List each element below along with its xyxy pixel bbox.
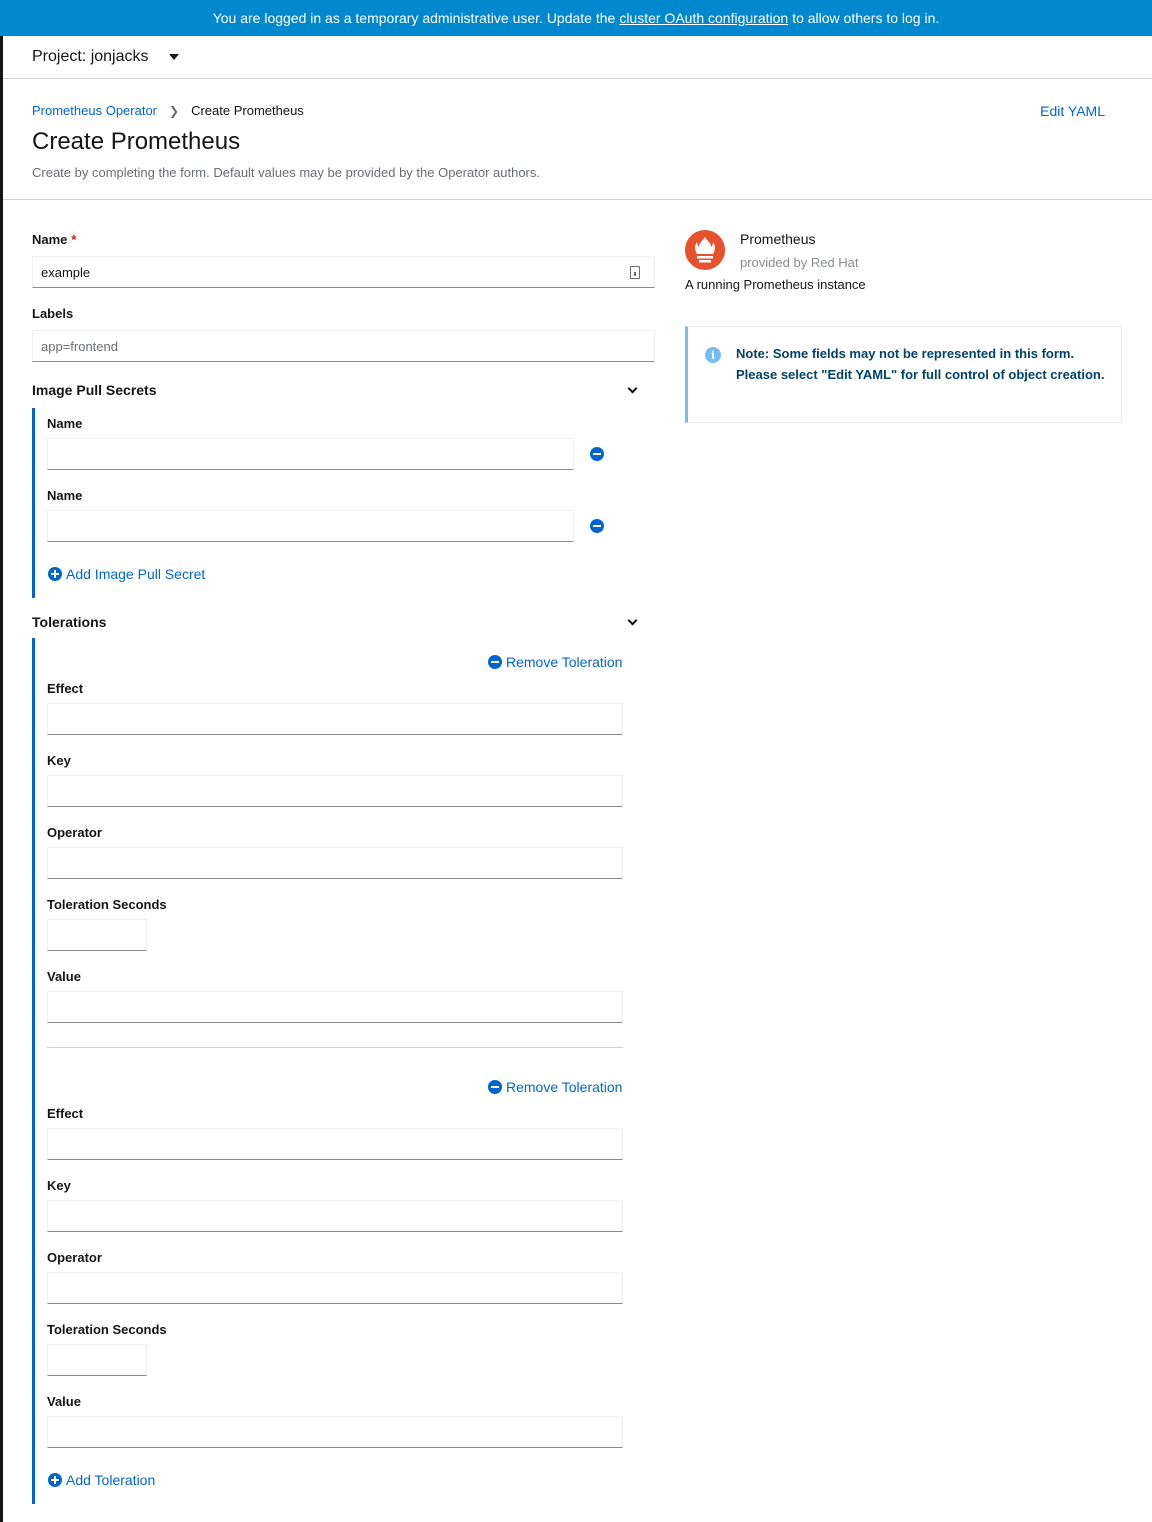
minus-circle-icon <box>488 655 502 669</box>
value-input-1[interactable] <box>47 991 623 1023</box>
left-nav-edge <box>0 36 3 1522</box>
add-image-pull-secret-label: Add Image Pull Secret <box>66 566 206 582</box>
secret-name-label-1: Name <box>47 416 83 431</box>
page-title: Create Prometheus <box>32 128 241 155</box>
toleration-seconds-input-2[interactable] <box>47 1344 147 1376</box>
toleration-seconds-label-2: Toleration Seconds <box>47 1322 167 1337</box>
oauth-config-link[interactable]: cluster OAuth configuration <box>619 10 788 26</box>
chevron-right-icon: ❯ <box>169 103 180 118</box>
password-manager-icon[interactable] <box>630 266 640 279</box>
breadcrumb: Prometheus Operator ❯ Create Prometheus <box>32 103 304 118</box>
operator-label-1: Operator <box>47 825 102 840</box>
operator-input-2[interactable] <box>47 1272 623 1304</box>
prometheus-logo-icon <box>685 230 725 270</box>
toleration-seconds-label-1: Toleration Seconds <box>47 897 167 912</box>
project-selector[interactable]: Project: jonjacks <box>3 36 1152 79</box>
value-label-1: Value <box>47 969 81 984</box>
info-circle-icon: i <box>705 347 721 363</box>
chevron-down-icon[interactable] <box>627 383 638 394</box>
banner-text-after: to allow others to log in. <box>792 10 940 26</box>
provider-by: provided by Red Hat <box>740 255 859 270</box>
minus-circle-icon <box>488 1080 502 1094</box>
remove-toleration-button-2[interactable]: Remove Toleration <box>488 1079 622 1095</box>
image-pull-secrets-bar <box>32 408 35 598</box>
remove-toleration-button-1[interactable]: Remove Toleration <box>488 654 622 670</box>
required-marker: * <box>71 232 77 247</box>
labels-placeholder: app=frontend <box>41 338 118 354</box>
banner-text-before: You are logged in as a temporary adminis… <box>212 10 616 26</box>
operator-label-2: Operator <box>47 1250 102 1265</box>
key-label-2: Key <box>47 1178 71 1193</box>
alert-text: Note: Some fields may not be represented… <box>736 346 1105 382</box>
page-description: Create by completing the form. Default v… <box>32 165 540 180</box>
effect-input-2[interactable] <box>47 1128 623 1160</box>
edit-yaml-link[interactable]: Edit YAML <box>1040 103 1105 119</box>
secret-name-input-2[interactable] <box>47 510 574 542</box>
name-input-value: example <box>41 264 91 280</box>
name-label: Name * <box>32 232 76 247</box>
name-input[interactable]: example <box>32 256 655 288</box>
header-divider <box>3 199 1152 200</box>
key-input-2[interactable] <box>47 1200 623 1232</box>
breadcrumb-prometheus-operator[interactable]: Prometheus Operator <box>32 103 157 118</box>
caret-down-icon[interactable] <box>168 54 179 60</box>
project-label: Project: jonjacks <box>32 48 149 65</box>
secret-name-label-2: Name <box>47 488 83 503</box>
admin-banner: You are logged in as a temporary adminis… <box>0 0 1152 36</box>
labels-input[interactable]: app=frontend <box>32 330 655 362</box>
key-label-1: Key <box>47 753 71 768</box>
provider-name: Prometheus <box>740 231 816 247</box>
add-toleration-label: Add Toleration <box>66 1472 156 1488</box>
info-alert: i Note: Some fields may not be represent… <box>685 326 1122 423</box>
operator-input-1[interactable] <box>47 847 623 879</box>
value-input-2[interactable] <box>47 1416 623 1448</box>
plus-circle-icon <box>48 567 62 581</box>
name-label-text: Name <box>32 232 68 247</box>
remove-secret-icon-1[interactable] <box>590 447 604 461</box>
effect-input-1[interactable] <box>47 703 623 735</box>
toleration-seconds-input-1[interactable] <box>47 919 147 951</box>
secret-name-input-1[interactable] <box>47 438 574 470</box>
remove-toleration-label-1: Remove Toleration <box>506 654 623 670</box>
effect-label-2: Effect <box>47 1106 84 1121</box>
provider-description: A running Prometheus instance <box>685 277 866 292</box>
add-image-pull-secret-button[interactable]: Add Image Pull Secret <box>48 566 205 582</box>
tolerations-title[interactable]: Tolerations <box>32 614 106 630</box>
toleration-divider <box>47 1047 623 1048</box>
key-input-1[interactable] <box>47 775 623 807</box>
plus-circle-icon <box>48 1473 62 1487</box>
breadcrumb-current: Create Prometheus <box>191 103 304 118</box>
effect-label-1: Effect <box>47 681 84 696</box>
labels-label: Labels <box>32 306 74 321</box>
image-pull-secrets-title[interactable]: Image Pull Secrets <box>32 382 157 398</box>
remove-toleration-label-2: Remove Toleration <box>506 1079 623 1095</box>
chevron-down-icon[interactable] <box>627 615 638 626</box>
remove-secret-icon-2[interactable] <box>590 519 604 533</box>
value-label-2: Value <box>47 1394 81 1409</box>
tolerations-bar <box>32 638 35 1504</box>
add-toleration-button[interactable]: Add Toleration <box>48 1472 155 1488</box>
